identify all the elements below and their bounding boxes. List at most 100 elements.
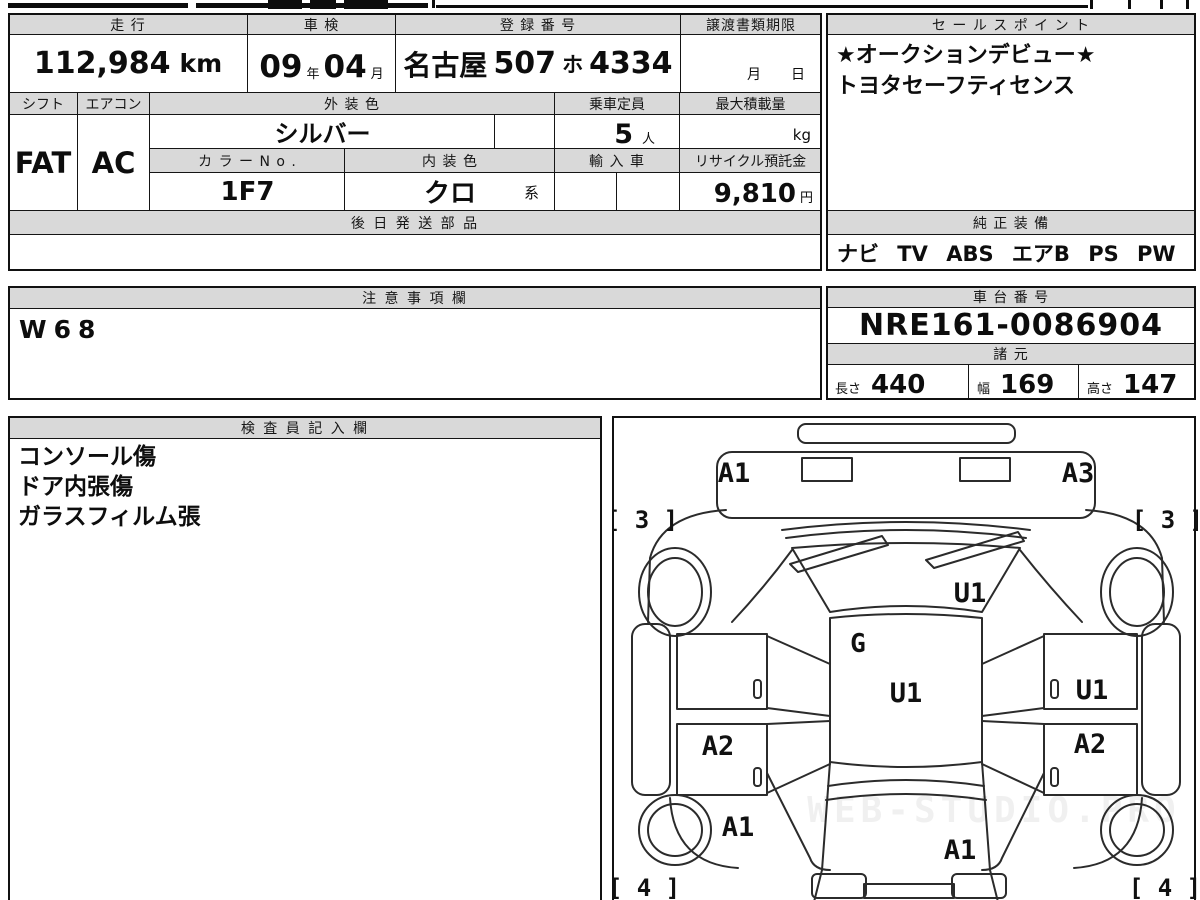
- front-wheel-left: [647, 557, 703, 627]
- cut-row-border: [1186, 0, 1189, 9]
- wiper-left: [789, 535, 889, 573]
- damage-label-a3-front: A3: [1062, 458, 1095, 489]
- interior-color-header: 内 装 色: [344, 148, 556, 173]
- recycle-value: 9,810 円: [679, 172, 822, 211]
- shaken-header: 車 検: [247, 13, 396, 36]
- bumper-inset-left: [801, 457, 853, 482]
- tread-label-right-rear: [ 4 ]: [1129, 874, 1198, 900]
- fold-line: [766, 720, 831, 725]
- inspector-line: ドア内張傷: [18, 474, 133, 500]
- a-pillar-right: [1019, 549, 1083, 623]
- aircon-value: AC: [77, 114, 150, 211]
- rear-bumper-tab-right: [951, 873, 1007, 899]
- exterior-color-header: 外 装 色: [149, 92, 555, 115]
- cut-row-border: [1160, 0, 1163, 9]
- max-load-unit: kg: [792, 126, 811, 144]
- registration-value: 名古屋 507 ホ 4334: [395, 34, 681, 93]
- capacity-header: 乗車定員: [554, 92, 680, 115]
- recycle-header: リサイクル預託金: [679, 148, 822, 173]
- max-load-header: 最大積載量: [679, 92, 822, 115]
- sales-point-line: トヨタセーフティセンス: [836, 74, 1075, 99]
- sales-points-body: ★オークションデビュー★ トヨタセーフティセンス: [826, 34, 1196, 211]
- damage-label-a1-front: A1: [718, 458, 751, 489]
- capacity-number: 5: [614, 119, 633, 150]
- fold-line: [766, 707, 831, 717]
- spec-height-value: 147: [1123, 370, 1178, 400]
- specs-header: 諸 元: [826, 343, 1196, 365]
- cut-text-remnant: [268, 0, 302, 9]
- cut-text-remnant: [344, 0, 388, 9]
- interior-color-suffix: 系: [523, 184, 539, 202]
- spec-width-label: 幅: [977, 382, 991, 397]
- tread-label-left-rear: [ 4 ]: [614, 874, 680, 900]
- capacity-value: 5 人: [554, 114, 680, 150]
- shaken-month: 04: [323, 49, 367, 85]
- vehicle-outline-svg: WEB-STUDIO.PRO A1 A3 [ 3 ] [ 3 ] U1 G U1…: [606, 423, 1200, 900]
- shift-value: FAT: [8, 114, 78, 211]
- side-sill-left: [631, 623, 671, 796]
- door-handle: [1050, 767, 1059, 787]
- chassis-value: NRE161-0086904: [826, 307, 1196, 344]
- damage-label-a1-trunk: A1: [944, 835, 977, 866]
- transfer-docs-value: 月 日: [680, 34, 822, 93]
- notes-body: W68: [8, 308, 822, 400]
- rear-bumper-bar: [863, 883, 955, 899]
- chassis-header: 車 台 番 号: [826, 286, 1196, 308]
- sales-points-header: セ ー ル ス ポ イ ン ト: [826, 13, 1196, 36]
- transfer-day-label: 日: [791, 67, 805, 83]
- equipment-header: 純 正 装 備: [826, 210, 1196, 235]
- fold-line: [981, 763, 1045, 794]
- interior-color-value: クロ 系: [344, 172, 556, 211]
- sales-point-line: ★オークションデビュー★: [836, 43, 1096, 68]
- door-handle: [753, 767, 762, 787]
- fold-line: [981, 720, 1045, 725]
- later-parts-header: 後 日 発 送 部 品: [8, 210, 822, 235]
- cut-row-border: [1090, 0, 1093, 9]
- registration-number: 4334: [589, 46, 673, 81]
- rear-wheel-left: [647, 803, 703, 857]
- auction-sheet: 走 行 車 検 登 録 番 号 譲渡書類期限 112,984 km 09 年 04…: [0, 0, 1200, 900]
- mileage-unit: km: [179, 49, 223, 78]
- damage-diagram: WEB-STUDIO.PRO A1 A3 [ 3 ] [ 3 ] U1 G U1…: [606, 416, 1200, 900]
- registration-class: 507: [493, 46, 557, 81]
- registration-header: 登 録 番 号: [395, 13, 681, 36]
- damage-label-u1-roof: U1: [890, 678, 923, 709]
- later-parts-body: [8, 234, 822, 271]
- registration-area: 名古屋: [403, 48, 488, 82]
- cut-row-border: [1128, 0, 1131, 9]
- spec-length-cell: 長さ 440: [826, 364, 969, 400]
- cut-row-border: [432, 0, 435, 8]
- interior-color-name: クロ: [423, 179, 476, 209]
- cut-row-border: [8, 3, 188, 8]
- damage-label-a2-left: A2: [702, 731, 735, 762]
- mileage-number: 112,984: [33, 46, 171, 81]
- damage-label-u1-windshield: U1: [954, 578, 987, 609]
- side-sill-right: [1141, 623, 1181, 796]
- inspector-line: コンソール傷: [18, 444, 156, 470]
- inspector-body: コンソール傷 ドア内張傷 ガラスフィルム張: [8, 438, 602, 900]
- watermark-text: WEB-STUDIO.PRO: [807, 790, 1180, 831]
- bumper-inset-right: [959, 457, 1011, 482]
- equipment-body: ナビ TV ABS エアB PS PW: [826, 234, 1196, 271]
- door-handle: [753, 679, 762, 699]
- mileage-value: 112,984 km: [8, 34, 248, 93]
- shaken-year-unit: 年: [306, 67, 320, 82]
- rear-window-line: [827, 779, 985, 787]
- shaken-value: 09 年 04 月: [247, 34, 396, 93]
- fold-line: [766, 763, 831, 794]
- recycle-number: 9,810: [713, 179, 796, 209]
- shaken-month-unit: 月: [370, 67, 384, 82]
- shaken-year: 09: [259, 49, 303, 85]
- mileage-header: 走 行: [8, 13, 248, 36]
- import-car-header: 輸 入 車: [554, 148, 680, 173]
- tread-label-left-front: [ 3 ]: [614, 506, 678, 534]
- fold-line: [981, 707, 1045, 717]
- damage-label-g-glass: G: [850, 629, 866, 659]
- transfer-month-label: 月: [747, 67, 761, 83]
- door-handle: [1050, 679, 1059, 699]
- aircon-header: エアコン: [77, 92, 150, 115]
- fold-line: [981, 635, 1045, 665]
- inspector-header: 検 査 員 記 入 欄: [8, 416, 602, 439]
- import-car-cell-2: [616, 172, 680, 211]
- transfer-docs-header: 譲渡書類期限: [680, 13, 822, 36]
